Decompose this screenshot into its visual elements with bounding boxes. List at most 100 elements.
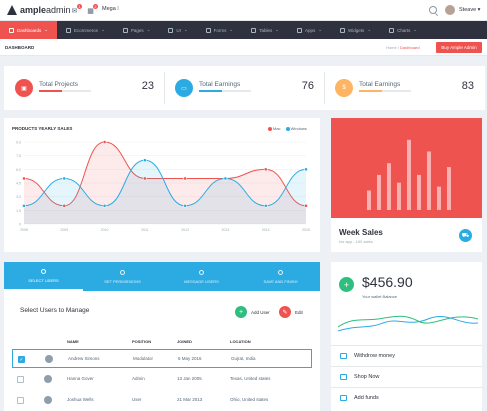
- cell-name: Joshua Wells: [67, 397, 94, 402]
- buy-button[interactable]: Buy Ample Admin: [436, 42, 482, 53]
- nav-item-tables[interactable]: Tables ⌄: [242, 21, 288, 39]
- nav-item-widgets[interactable]: Widgets ⌄: [331, 21, 380, 39]
- cell-position: Modulator: [133, 356, 154, 361]
- table-row[interactable]: Hanna Gover Admin 13 Jan 2005 Texas, United…: [12, 370, 312, 389]
- nav-item-charts[interactable]: Charts ⌄: [380, 21, 426, 39]
- divider: [324, 72, 325, 104]
- chevron-down-icon: ⌄: [275, 27, 279, 32]
- user-name: Steave: [459, 7, 477, 13]
- avatar[interactable]: [445, 5, 455, 15]
- col-name: NAME: [67, 339, 79, 344]
- brand-suffix: admin: [46, 5, 71, 15]
- dollar-icon: $: [335, 79, 353, 97]
- stat-progress: [359, 90, 411, 92]
- add-funds-button[interactable]: +: [339, 277, 354, 292]
- tab-icon: [120, 269, 125, 275]
- cell-joined: 6 May 2016: [178, 356, 202, 361]
- data-point-windows[interactable]: [22, 203, 26, 208]
- brand-logo[interactable]: ampleadmin: [7, 5, 71, 15]
- edit-user-button[interactable]: ✎ Edit: [279, 306, 303, 318]
- breadcrumb-home[interactable]: Home: [386, 45, 397, 50]
- wallet-action-label: Add funds: [354, 395, 379, 401]
- data-point-mac[interactable]: [183, 176, 188, 181]
- users-title: Select Users to Manage: [20, 307, 90, 314]
- week-bar: [367, 190, 371, 210]
- week-bar: [397, 182, 401, 210]
- nav-icon: [205, 27, 211, 33]
- cart-icon: ⛟: [461, 232, 470, 239]
- mail-icon[interactable]: ✉ 1: [70, 4, 82, 15]
- row-checkbox[interactable]: ✓: [18, 356, 25, 363]
- nav-item-ecommerce[interactable]: Ecommerce ⌄: [57, 21, 114, 39]
- y-tick-label: 9.0: [16, 141, 21, 145]
- data-point-windows[interactable]: [223, 176, 228, 181]
- nav-item-apps[interactable]: Apps ⌄: [288, 21, 331, 39]
- data-point-windows[interactable]: [102, 203, 107, 208]
- tab-select-users[interactable]: SELECT USERS: [4, 262, 83, 291]
- stat-label: Total Earnings: [199, 81, 241, 88]
- table-row[interactable]: ✓ Andrew Simons Modulator 6 May 2016 Gujrat,…: [12, 349, 312, 368]
- cart-button[interactable]: ⛟: [459, 229, 472, 242]
- row-checkbox[interactable]: [17, 397, 24, 404]
- wallet-action-withdrow-money[interactable]: Withdrow money: [331, 345, 482, 366]
- data-point-mac[interactable]: [263, 167, 268, 172]
- breadcrumb: Home / Dashboard: [386, 45, 420, 50]
- week-bar: [427, 151, 431, 210]
- data-point-windows[interactable]: [62, 176, 67, 181]
- week-bar: [407, 139, 411, 210]
- data-point-windows[interactable]: [304, 167, 308, 172]
- wallet-actions: Withdrow money Shop Now Add funds: [331, 345, 482, 408]
- chart-title: PRODUCTS YEARLY SALES: [12, 126, 73, 131]
- data-point-windows[interactable]: [183, 203, 188, 208]
- chart-legend: Mac Windows: [268, 126, 307, 131]
- nav-icon: [66, 27, 72, 33]
- chevron-down-icon: ⌄: [101, 27, 105, 32]
- avatar: [44, 375, 52, 383]
- stat-card: ▣ Total Projects 23: [4, 66, 164, 110]
- y-tick-label: 1.5: [16, 209, 21, 213]
- tab-save-and-finish[interactable]: SAVE AND FINISH: [241, 262, 320, 291]
- nav-item-dashboards[interactable]: Dashboards ⌄: [0, 21, 58, 39]
- table-row[interactable]: Joshua Wells User 21 Mar 2013 Ohio, United …: [12, 391, 312, 410]
- grid-icon[interactable]: ▦ 2: [86, 4, 98, 15]
- cell-location: Texas, United states: [230, 376, 271, 381]
- data-point-mac[interactable]: [102, 140, 107, 144]
- nav-item-forms[interactable]: Forms ⌄: [197, 21, 243, 39]
- wallet-action-add-funds[interactable]: Add funds: [331, 387, 482, 408]
- row-checkbox[interactable]: [17, 376, 24, 383]
- tab-message-users[interactable]: MESSAGE USERS: [162, 262, 241, 291]
- search-icon[interactable]: [429, 6, 437, 14]
- data-point-windows[interactable]: [142, 158, 147, 163]
- user-menu[interactable]: Steave ▾: [459, 7, 480, 13]
- chevron-down-icon: ⌄: [413, 27, 418, 32]
- sales-chart: 0 1.5 3.0 4.5 6.0 7.5 9.0 2008 2009 2010 2011 2012 2…: [16, 140, 310, 232]
- cell-name: Hanna Gover: [67, 376, 94, 381]
- breadcrumb-current: Dashboard: [400, 45, 420, 50]
- nav-icon: [297, 27, 302, 33]
- wallet-action-label: Shop Now: [354, 374, 380, 380]
- cell-name: Andrew Simons: [68, 356, 100, 361]
- data-point-windows[interactable]: [263, 203, 268, 208]
- week-bars: [367, 139, 451, 210]
- tab-icon: [41, 268, 46, 274]
- mega-menu[interactable]: Mega ⁞: [102, 6, 119, 12]
- stat-progress-fill: [359, 90, 383, 92]
- nav-item-ui[interactable]: UI ⌄: [159, 21, 196, 39]
- data-point-mac[interactable]: [22, 176, 26, 181]
- cell-location: Ohio, United states: [230, 397, 269, 402]
- week-sales-title: Week Sales: [339, 228, 383, 237]
- add-user-button[interactable]: + Add User: [235, 306, 270, 318]
- wallet-action-shop-now[interactable]: Shop Now: [331, 366, 482, 387]
- tab-set-permissions[interactable]: SET PERMISSIONS: [83, 262, 162, 291]
- week-bar: [377, 174, 381, 210]
- wizard-tabs: SELECT USERS SET PERMISSIONS MESSAGE USERS…: [4, 262, 320, 291]
- mail-badge: 1: [77, 4, 82, 9]
- nav-item-pages[interactable]: Pages ⌄: [114, 21, 160, 39]
- stat-value: 83: [461, 80, 474, 92]
- nav-label: Tables: [259, 27, 273, 33]
- logo-icon: [7, 5, 17, 15]
- plus-icon: +: [235, 306, 247, 318]
- wallet-action-icon: [340, 353, 347, 359]
- chevron-down-icon: ⌄: [318, 27, 323, 32]
- y-tick-label: 0: [19, 223, 21, 227]
